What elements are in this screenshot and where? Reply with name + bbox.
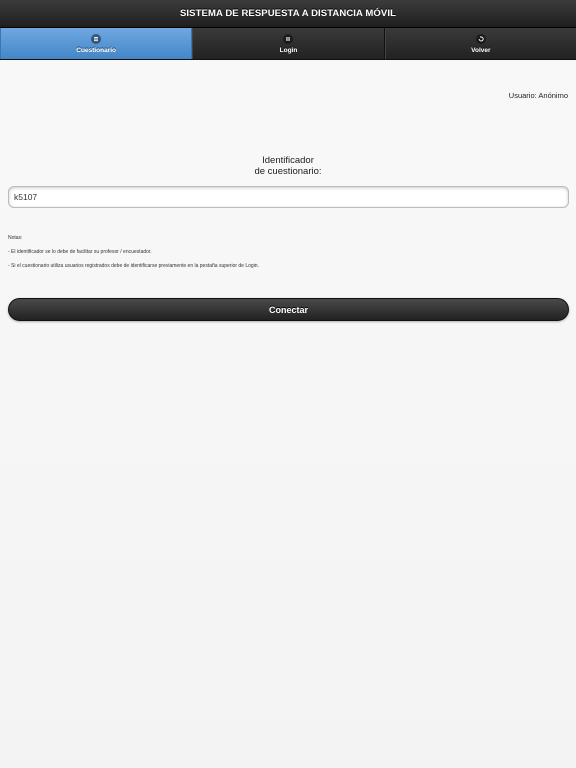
note-item: - El identificador se lo debe de facilit… [8, 249, 152, 255]
tab-login-label: Login [279, 46, 298, 54]
tab-volver-label: Volver [471, 46, 491, 54]
tab-bar: Cuestionario Login Volver [0, 28, 576, 60]
tab-cuestionario-label: Cuestionario [76, 46, 117, 54]
notes-title: Notas: [8, 235, 23, 241]
tab-login[interactable]: Login [192, 28, 385, 59]
tab-cuestionario[interactable]: Cuestionario [0, 28, 193, 59]
connect-button[interactable]: Conectar [8, 298, 569, 321]
identifier-label-line1: Identificador [262, 155, 314, 166]
identifier-label: Identificador de cuestionario: [0, 155, 576, 177]
user-status: Usuario: Anónimo [508, 91, 568, 100]
identifier-label-line2: de cuestionario: [254, 166, 322, 177]
app-title: SISTEMA DE RESPUESTA A DISTANCIA MÓVIL [180, 8, 396, 19]
questionnaire-id-input[interactable] [8, 186, 569, 208]
pause-icon [283, 33, 294, 44]
notes-section: Notas: - El identificador se lo debe de … [8, 235, 259, 277]
list-icon [91, 33, 102, 44]
note-item: - Si el cuestionario utiliza usuarios re… [8, 263, 259, 269]
tab-volver[interactable]: Volver [384, 28, 576, 59]
app-header: SISTEMA DE RESPUESTA A DISTANCIA MÓVIL [0, 0, 576, 28]
back-arrow-icon [475, 33, 486, 44]
